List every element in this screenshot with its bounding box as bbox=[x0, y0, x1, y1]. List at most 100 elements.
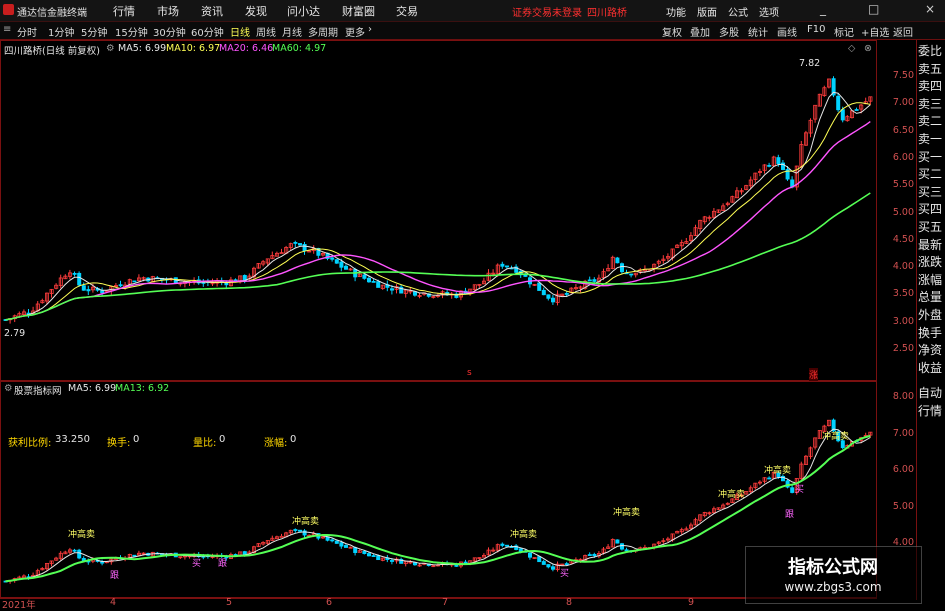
sidebar-item-0[interactable]: 委比 bbox=[918, 42, 944, 59]
candle-body bbox=[564, 563, 569, 566]
candle-body bbox=[620, 543, 625, 550]
candle-body bbox=[334, 540, 339, 544]
period-monthly[interactable]: 月线 bbox=[282, 24, 302, 39]
candle-body bbox=[86, 289, 91, 292]
sidebar-item-5[interactable]: 卖一 bbox=[918, 130, 944, 147]
period-more[interactable]: 更多 bbox=[345, 24, 365, 39]
close-icon[interactable]: × bbox=[925, 2, 935, 16]
menu-hangqing[interactable]: 行情 bbox=[113, 3, 135, 19]
period-fenshi[interactable]: 分时 bbox=[17, 24, 37, 39]
candle-body bbox=[587, 554, 592, 556]
indicator-y-tick-2: 6.00 bbox=[892, 464, 914, 475]
sidebar-item-7[interactable]: 买二 bbox=[918, 165, 944, 182]
sidebar-item-3[interactable]: 卖三 bbox=[918, 95, 944, 112]
sidebar-item-8[interactable]: 买三 bbox=[918, 183, 944, 200]
low-price-marker: 2.79 bbox=[4, 328, 26, 339]
maximize-icon[interactable]: □ bbox=[868, 2, 879, 16]
sidebar-item-17[interactable]: 净资 bbox=[918, 341, 944, 358]
ma5-line bbox=[5, 91, 871, 321]
btn-huaxian[interactable]: 画线 bbox=[777, 24, 797, 39]
sidebar-item-1[interactable]: 卖五 bbox=[918, 60, 944, 77]
candle-body bbox=[500, 263, 505, 267]
candle-body bbox=[330, 539, 335, 542]
candle-body bbox=[330, 257, 335, 260]
candle-body bbox=[840, 109, 845, 121]
indicator-ma13-line bbox=[5, 434, 871, 583]
menu-caifuquan[interactable]: 财富圈 bbox=[342, 3, 375, 19]
menu-faxian[interactable]: 发现 bbox=[245, 3, 267, 19]
btn-diejia[interactable]: 叠加 bbox=[690, 24, 710, 39]
candle-body bbox=[81, 285, 86, 291]
btn-zixuan[interactable]: +自选 bbox=[861, 24, 889, 39]
signal-label-5: 冲高卖 bbox=[718, 490, 746, 500]
x-label-apr: 4 bbox=[110, 597, 117, 608]
period-30min[interactable]: 30分钟 bbox=[153, 24, 186, 39]
sidebar-item-4[interactable]: 卖二 bbox=[918, 112, 944, 129]
main-y-tick-8: 3.50 bbox=[892, 288, 914, 300]
toolbar-menu-icon[interactable]: ≡ bbox=[3, 24, 11, 35]
signal-label-2: 冲高卖 bbox=[292, 517, 320, 527]
period-weekly[interactable]: 周线 bbox=[256, 24, 276, 39]
candle-body bbox=[132, 280, 137, 283]
menu-jiaoyi[interactable]: 交易 bbox=[396, 3, 418, 19]
login-status[interactable]: 证券交易未登录 bbox=[512, 4, 582, 19]
main-y-tick-7: 4.00 bbox=[892, 261, 914, 273]
sidebar-item-2[interactable]: 卖四 bbox=[918, 77, 944, 94]
candle-body bbox=[100, 290, 105, 294]
period-multi[interactable]: 多周期 bbox=[308, 24, 338, 39]
btn-fanhui[interactable]: 返回 bbox=[893, 24, 913, 39]
main-y-tick-10: 2.50 bbox=[892, 343, 914, 354]
sidebar-lower-item-1[interactable]: 行情 bbox=[918, 402, 944, 419]
main-y-tick-2: 6.50 bbox=[892, 124, 914, 136]
candle-body bbox=[620, 263, 625, 273]
candle-body bbox=[592, 279, 597, 282]
period-60min[interactable]: 60分钟 bbox=[191, 24, 224, 39]
sidebar-item-15[interactable]: 外盘 bbox=[918, 306, 944, 323]
signal-label-1: 冲高卖 bbox=[68, 530, 96, 540]
sidebar-item-16[interactable]: 换手 bbox=[918, 324, 944, 341]
charts-canvas[interactable] bbox=[0, 40, 877, 600]
menu-xuanxiang[interactable]: 选项 bbox=[759, 4, 779, 19]
candle-body bbox=[279, 535, 284, 538]
period-1min[interactable]: 1分钟 bbox=[48, 24, 74, 39]
btn-fuquan[interactable]: 复权 bbox=[662, 24, 682, 39]
candle-body bbox=[629, 273, 634, 276]
more-arrow-icon[interactable]: › bbox=[368, 24, 372, 35]
sidebar-item-12[interactable]: 涨跌 bbox=[918, 253, 944, 270]
candle-body bbox=[293, 529, 298, 531]
sidebar-item-10[interactable]: 买五 bbox=[918, 218, 944, 235]
main-y-tick-9: 3.00 bbox=[892, 315, 914, 327]
menu-wenxiaoda[interactable]: 问小达 bbox=[287, 3, 320, 19]
period-daily[interactable]: 日线 bbox=[230, 24, 250, 39]
sidebar-item-14[interactable]: 总量 bbox=[918, 288, 944, 305]
sidebar-divider bbox=[916, 40, 917, 600]
watermark-url: www.zbgs3.com bbox=[784, 580, 882, 594]
menu-banmian[interactable]: 版面 bbox=[697, 4, 717, 19]
minimize-icon[interactable]: _ bbox=[820, 2, 826, 16]
menu-gongneng[interactable]: 功能 bbox=[666, 4, 686, 19]
buy-label-1: 买 bbox=[192, 559, 202, 569]
title-bar bbox=[0, 0, 945, 22]
sidebar-item-9[interactable]: 买四 bbox=[918, 200, 944, 217]
buy-label-3: 买 bbox=[795, 485, 805, 495]
x-label-sep: 9 bbox=[688, 597, 695, 608]
menu-shichang[interactable]: 市场 bbox=[157, 3, 179, 19]
btn-tongji[interactable]: 统计 bbox=[748, 24, 768, 39]
sidebar-item-18[interactable]: 收益 bbox=[918, 359, 944, 376]
sidebar-item-13[interactable]: 涨幅 bbox=[918, 271, 944, 288]
candle-body bbox=[541, 561, 546, 565]
candle-body bbox=[500, 543, 505, 546]
menu-gongshi[interactable]: 公式 bbox=[728, 4, 748, 19]
btn-duogu[interactable]: 多股 bbox=[719, 24, 739, 39]
btn-f10[interactable]: F10 bbox=[807, 24, 825, 35]
sidebar-item-11[interactable]: 最新 bbox=[918, 236, 944, 253]
ma20-line bbox=[5, 121, 871, 321]
sidebar-item-6[interactable]: 买一 bbox=[918, 148, 944, 165]
period-5min[interactable]: 5分钟 bbox=[81, 24, 107, 39]
menu-zixun[interactable]: 资讯 bbox=[201, 3, 223, 19]
candle-body bbox=[537, 282, 542, 291]
btn-biaoji[interactable]: 标记 bbox=[834, 24, 854, 39]
period-15min[interactable]: 15分钟 bbox=[115, 24, 148, 39]
sidebar-lower-item-0[interactable]: 自动 bbox=[918, 384, 944, 401]
candle-body bbox=[615, 257, 620, 264]
